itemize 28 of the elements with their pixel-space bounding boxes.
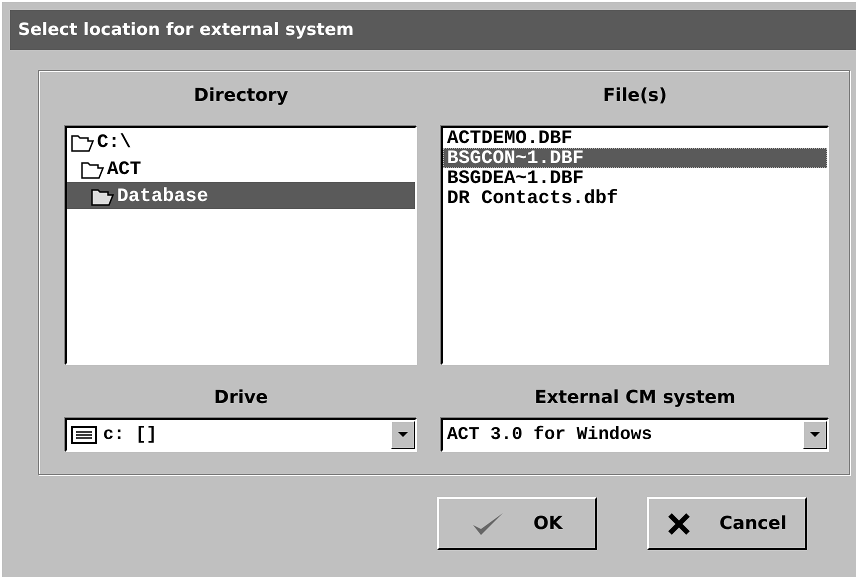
- checkmark-icon: [471, 510, 506, 536]
- folder-name: C:\: [97, 132, 132, 152]
- section-label: External CM system: [534, 387, 736, 408]
- folder-item[interactable]: C:\: [67, 128, 415, 155]
- section-label: File(s): [602, 85, 667, 106]
- window-title: Select location for external system: [10, 10, 856, 50]
- cancel-button[interactable]: Cancel: [647, 497, 807, 550]
- section-label: Drive: [214, 387, 268, 408]
- folder-name: ACT: [107, 158, 142, 178]
- dropdown-button[interactable]: [803, 421, 827, 449]
- file-list[interactable]: ACTDEMO.DBF BSGCON~1.DBF BSGDEA~1.DBF DR Contacts.dbf: [441, 126, 829, 365]
- file-item[interactable]: ACTDEMO.DBF: [443, 128, 827, 148]
- dropdown-button[interactable]: [391, 421, 415, 449]
- directory-list[interactable]: C:\ ACT Database: [65, 126, 417, 365]
- folder-item[interactable]: ACT: [67, 155, 415, 182]
- folder-item[interactable]: Database: [67, 182, 415, 209]
- caret-icon: [810, 432, 820, 438]
- file-item[interactable]: BSGCON~1.DBF: [443, 148, 827, 168]
- close-icon: [667, 512, 692, 536]
- file-item[interactable]: BSGDEA~1.DBF: [443, 168, 827, 188]
- caret-icon: [398, 432, 408, 438]
- folder-name: Database: [117, 186, 208, 206]
- file-item[interactable]: DR Contacts.dbf: [443, 188, 827, 208]
- drive-icon: [71, 426, 97, 444]
- ok-button[interactable]: OK: [437, 497, 597, 550]
- drive-dropdown[interactable]: c: []: [65, 418, 417, 452]
- section-label: Directory: [194, 85, 288, 106]
- system-dropdown[interactable]: ACT 3.0 for Windows: [441, 418, 829, 452]
